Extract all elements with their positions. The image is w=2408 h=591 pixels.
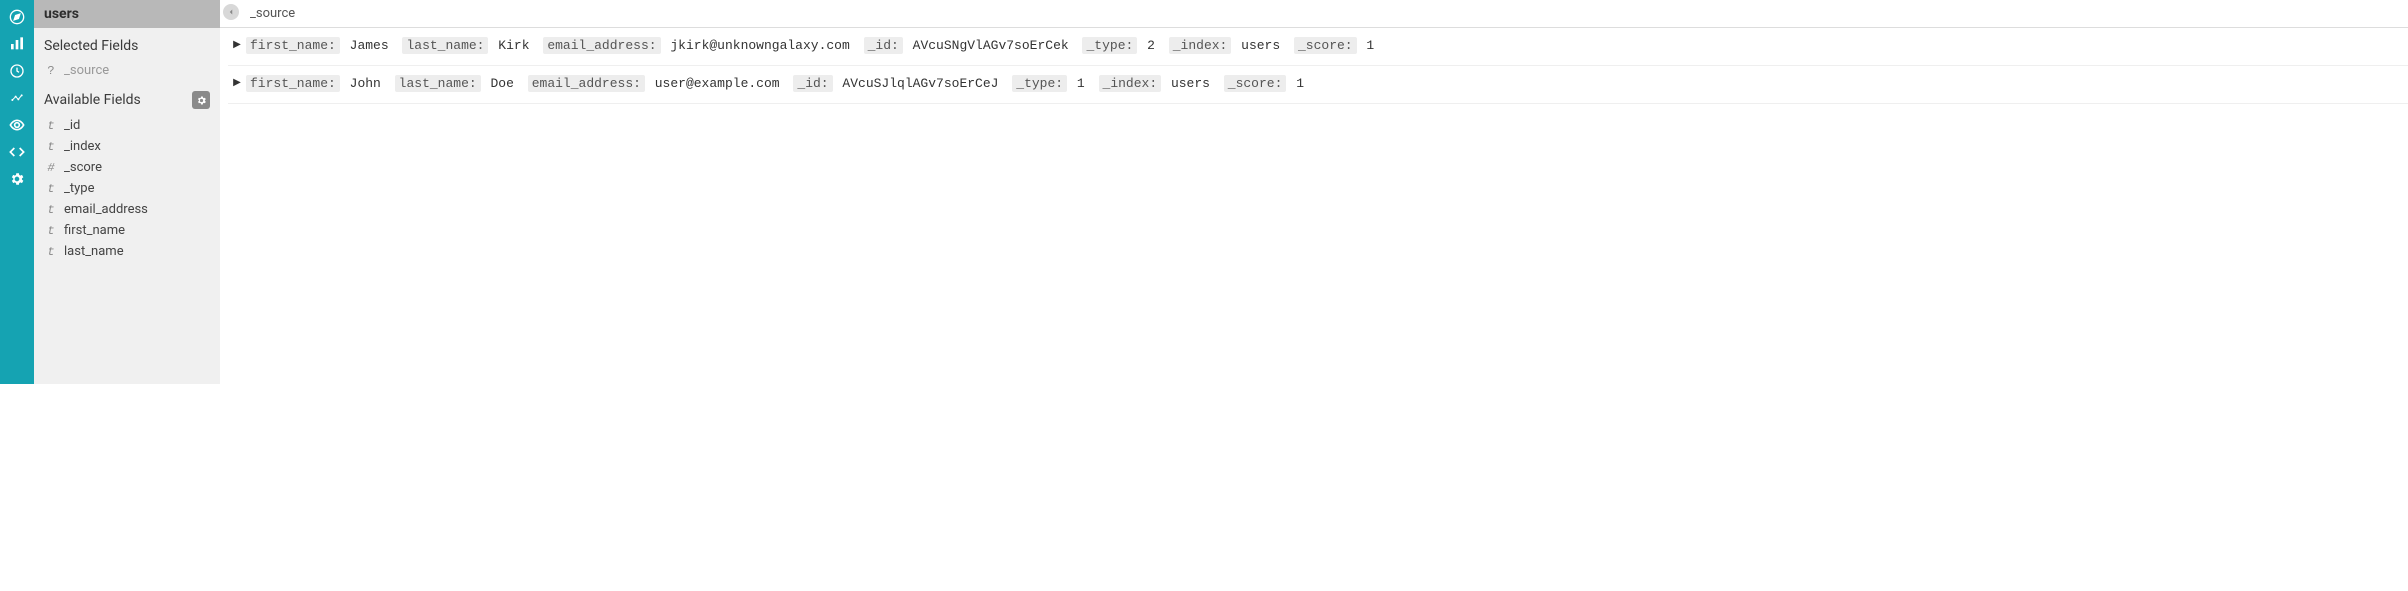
field-value: users [1241,38,1280,53]
field-key: first_name: [246,75,340,92]
fields-panel: users Selected Fields ? _source Available… [34,0,220,384]
field-value: user@example.com [655,76,780,91]
field-key: email_address: [543,37,660,54]
available-field-item[interactable]: # _score [34,157,220,178]
field-name: _id [64,118,80,133]
field-value: John [350,76,381,91]
available-fields-title: Available Fields [44,92,141,108]
field-name: _source [64,63,109,78]
nav-rail [0,0,34,384]
field-type-icon: t [44,203,58,217]
field-type-icon: t [44,182,58,196]
field-key: _id: [793,75,832,92]
document-source: first_name: James last_name: Kirk email_… [246,36,2396,57]
available-field-item[interactable]: t _id [34,115,220,136]
field-value: 1 [1296,76,1304,91]
field-key: _index: [1099,75,1162,92]
selected-field-item[interactable]: ? _source [34,60,220,81]
document-source: first_name: John last_name: Doe email_ad… [246,74,2396,95]
field-filter-gear-icon[interactable] [192,91,210,109]
available-field-item[interactable]: t _type [34,178,220,199]
devtools-icon[interactable] [0,138,34,165]
discover-icon[interactable] [0,3,34,30]
field-key: _type: [1082,37,1137,54]
available-field-item[interactable]: t _index [34,136,220,157]
field-type-icon: t [44,119,58,133]
expand-row-icon[interactable]: ▶ [228,74,246,88]
column-header-source[interactable]: _source [220,0,2408,28]
field-key: first_name: [246,37,340,54]
field-key: _score: [1294,37,1357,54]
field-name: first_name [64,223,125,238]
field-name: email_address [64,202,148,217]
document-row: ▶first_name: John last_name: Doe email_a… [228,66,2408,104]
field-name: last_name [64,244,124,259]
visualize-icon[interactable] [0,30,34,57]
field-value: AVcuSNgVlAGv7soErCek [913,38,1069,53]
field-key: last_name: [402,37,488,54]
field-name: _index [64,139,101,154]
field-value: 2 [1147,38,1155,53]
management-icon[interactable] [0,165,34,192]
field-key: _id: [864,37,903,54]
field-value: 1 [1077,76,1085,91]
field-key: last_name: [395,75,481,92]
available-field-item[interactable]: t email_address [34,199,220,220]
field-type-icon: t [44,224,58,238]
main-area: _source ▶first_name: James last_name: Ki… [220,0,2408,384]
index-pattern-header[interactable]: users [34,0,220,28]
field-type-icon: # [44,161,58,175]
field-name: _score [64,160,102,175]
field-value: James [350,38,389,53]
selected-fields-title: Selected Fields [34,28,220,60]
field-name: _type [64,181,94,196]
field-key: _type: [1012,75,1067,92]
available-field-item[interactable]: t last_name [34,241,220,262]
field-key: _index: [1169,37,1232,54]
field-value: users [1171,76,1210,91]
field-value: 1 [1366,38,1374,53]
field-value: jkirk@unknowngalaxy.com [670,38,849,53]
field-key: email_address: [528,75,645,92]
field-type-icon: ? [44,64,58,78]
field-value: Doe [491,76,514,91]
field-key: _score: [1224,75,1287,92]
field-value: AVcuSJlqlAGv7soErCeJ [842,76,998,91]
field-type-icon: t [44,245,58,259]
expand-row-icon[interactable]: ▶ [228,36,246,50]
field-type-icon: t [44,140,58,154]
document-row: ▶first_name: James last_name: Kirk email… [228,28,2408,66]
sense-icon[interactable] [0,111,34,138]
field-value: Kirk [498,38,529,53]
dashboard-icon[interactable] [0,57,34,84]
available-field-item[interactable]: t first_name [34,220,220,241]
collapse-sidebar-icon[interactable] [223,4,239,20]
timelion-icon[interactable] [0,84,34,111]
